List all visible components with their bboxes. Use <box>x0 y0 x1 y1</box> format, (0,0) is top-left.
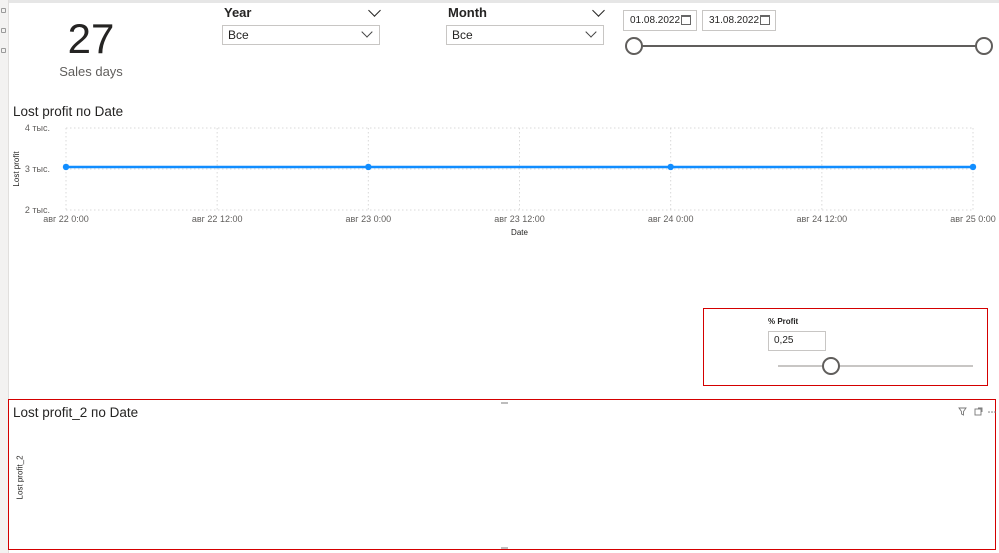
y-axis-title: Lost profit <box>12 151 21 187</box>
pane-icon[interactable] <box>1 48 6 53</box>
chart2-highlight <box>8 399 996 550</box>
data-point <box>62 163 70 171</box>
pane-icon[interactable] <box>1 28 6 33</box>
x-tick-label: авг 23 0:00 <box>346 214 392 224</box>
calendar-icon[interactable] <box>681 15 691 25</box>
chart2-y-axis-title: Lost profit_2 <box>15 455 25 500</box>
profit-parameter-highlight <box>703 308 988 386</box>
profit-parameter-input[interactable]: 0,25 <box>768 331 826 351</box>
x-tick-label: авг 22 0:00 <box>43 214 89 224</box>
month-slicer-title: Month <box>448 5 487 20</box>
y-tick-label: 4 тыс. <box>25 123 50 133</box>
resize-handle[interactable] <box>501 547 508 549</box>
x-tick-label: авг 25 0:00 <box>950 214 996 224</box>
resize-handle[interactable] <box>501 402 508 404</box>
sales-days-label: Sales days <box>59 64 123 79</box>
date-range-start-handle[interactable] <box>625 37 643 55</box>
lost-profit-line-chart[interactable]: 4 тыс.3 тыс.2 тыс.авг 22 0:00 авг 22 12:0… <box>0 118 999 243</box>
profit-parameter-handle[interactable] <box>821 357 840 375</box>
chevron-down-icon <box>585 26 597 38</box>
x-tick-label: авг 24 12:00 <box>797 214 848 224</box>
profit-parameter-title: % Profit <box>768 317 799 326</box>
start-date-input[interactable]: 01.08.2022 <box>623 10 697 31</box>
x-axis-title: Date <box>511 228 528 237</box>
year-dropdown[interactable]: Все <box>222 25 380 45</box>
chart2-title: Lost profit_2 по Date <box>13 405 139 420</box>
more-options-icon[interactable] <box>988 411 996 413</box>
x-tick-label: авг 22 12:00 <box>192 214 243 224</box>
visual-header <box>958 404 998 422</box>
month-dropdown[interactable]: Все <box>446 25 604 45</box>
date-range-end-handle[interactable] <box>975 37 993 55</box>
chevron-down-icon[interactable] <box>368 4 381 17</box>
visual-header-icons <box>958 407 996 416</box>
filter-icon[interactable] <box>958 407 967 416</box>
x-tick-label: авг 23 12:00 <box>494 214 545 224</box>
y-tick-label: 3 тыс. <box>25 164 50 174</box>
year-slicer-title: Year <box>224 5 252 20</box>
data-point <box>365 163 372 171</box>
x-tick-label: авг 24 0:00 <box>648 214 694 224</box>
end-date-value: 31.08.2022 <box>709 15 760 26</box>
focus-mode-icon[interactable] <box>974 407 983 416</box>
date-range-track[interactable] <box>634 45 984 47</box>
year-selected-value: Все <box>228 28 249 42</box>
chevron-down-icon[interactable] <box>592 4 605 17</box>
data-point <box>969 163 977 171</box>
data-point <box>667 163 674 171</box>
sales-days-value: 27 <box>67 15 115 62</box>
pane-icon[interactable] <box>1 8 6 13</box>
start-date-value: 01.08.2022 <box>630 15 681 26</box>
calendar-icon[interactable] <box>760 15 770 25</box>
chart1-title: Lost profit по Date <box>13 104 124 119</box>
chevron-down-icon <box>361 26 373 38</box>
top-bar <box>0 0 999 3</box>
profit-parameter-track[interactable] <box>778 365 973 367</box>
month-selected-value: Все <box>452 28 473 42</box>
end-date-input[interactable]: 31.08.2022 <box>702 10 776 31</box>
